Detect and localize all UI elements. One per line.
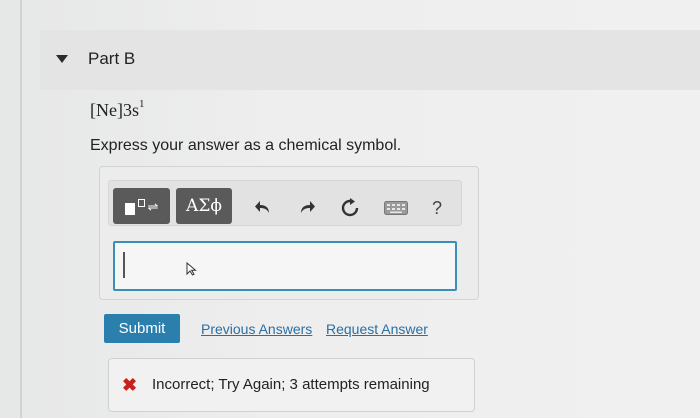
part-title: Part B [88,49,136,68]
greek-symbols-button[interactable]: ΑΣϕ [176,188,232,224]
part-header[interactable] [40,30,700,90]
left-divider [20,0,22,418]
collapse-caret-icon[interactable] [56,55,68,63]
formula-superscript: 1 [138,98,145,110]
keyboard-icon[interactable] [384,196,408,220]
redo-icon[interactable] [297,196,317,220]
reset-icon[interactable] [339,196,361,220]
feedback-message: Incorrect; Try Again; 3 attempts remaini… [152,376,430,393]
template-box-icon [124,203,135,215]
page: Part B [Ne]3s1 Express your answer as a … [0,0,700,418]
mouse-pointer-icon [186,261,198,276]
incorrect-x-icon: ✖ [122,375,138,395]
question-instruction: Express your answer as a chemical symbol… [90,137,402,154]
request-answer-link[interactable]: Request Answer [326,321,428,337]
previous-answers-link[interactable]: Previous Answers [201,321,312,337]
text-cursor [123,252,125,278]
help-button[interactable]: ? [428,196,446,220]
submit-button[interactable]: Submit [104,314,180,343]
template-superscript-icon [137,199,145,207]
undo-icon[interactable] [253,196,273,220]
templates-button[interactable]: ⇌ [113,188,170,224]
formula-base: [Ne]3s [90,100,139,120]
question-formula: [Ne]3s1 [90,98,145,121]
answer-input[interactable] [113,241,457,291]
equilibrium-arrows-icon: ⇌ [147,199,159,214]
